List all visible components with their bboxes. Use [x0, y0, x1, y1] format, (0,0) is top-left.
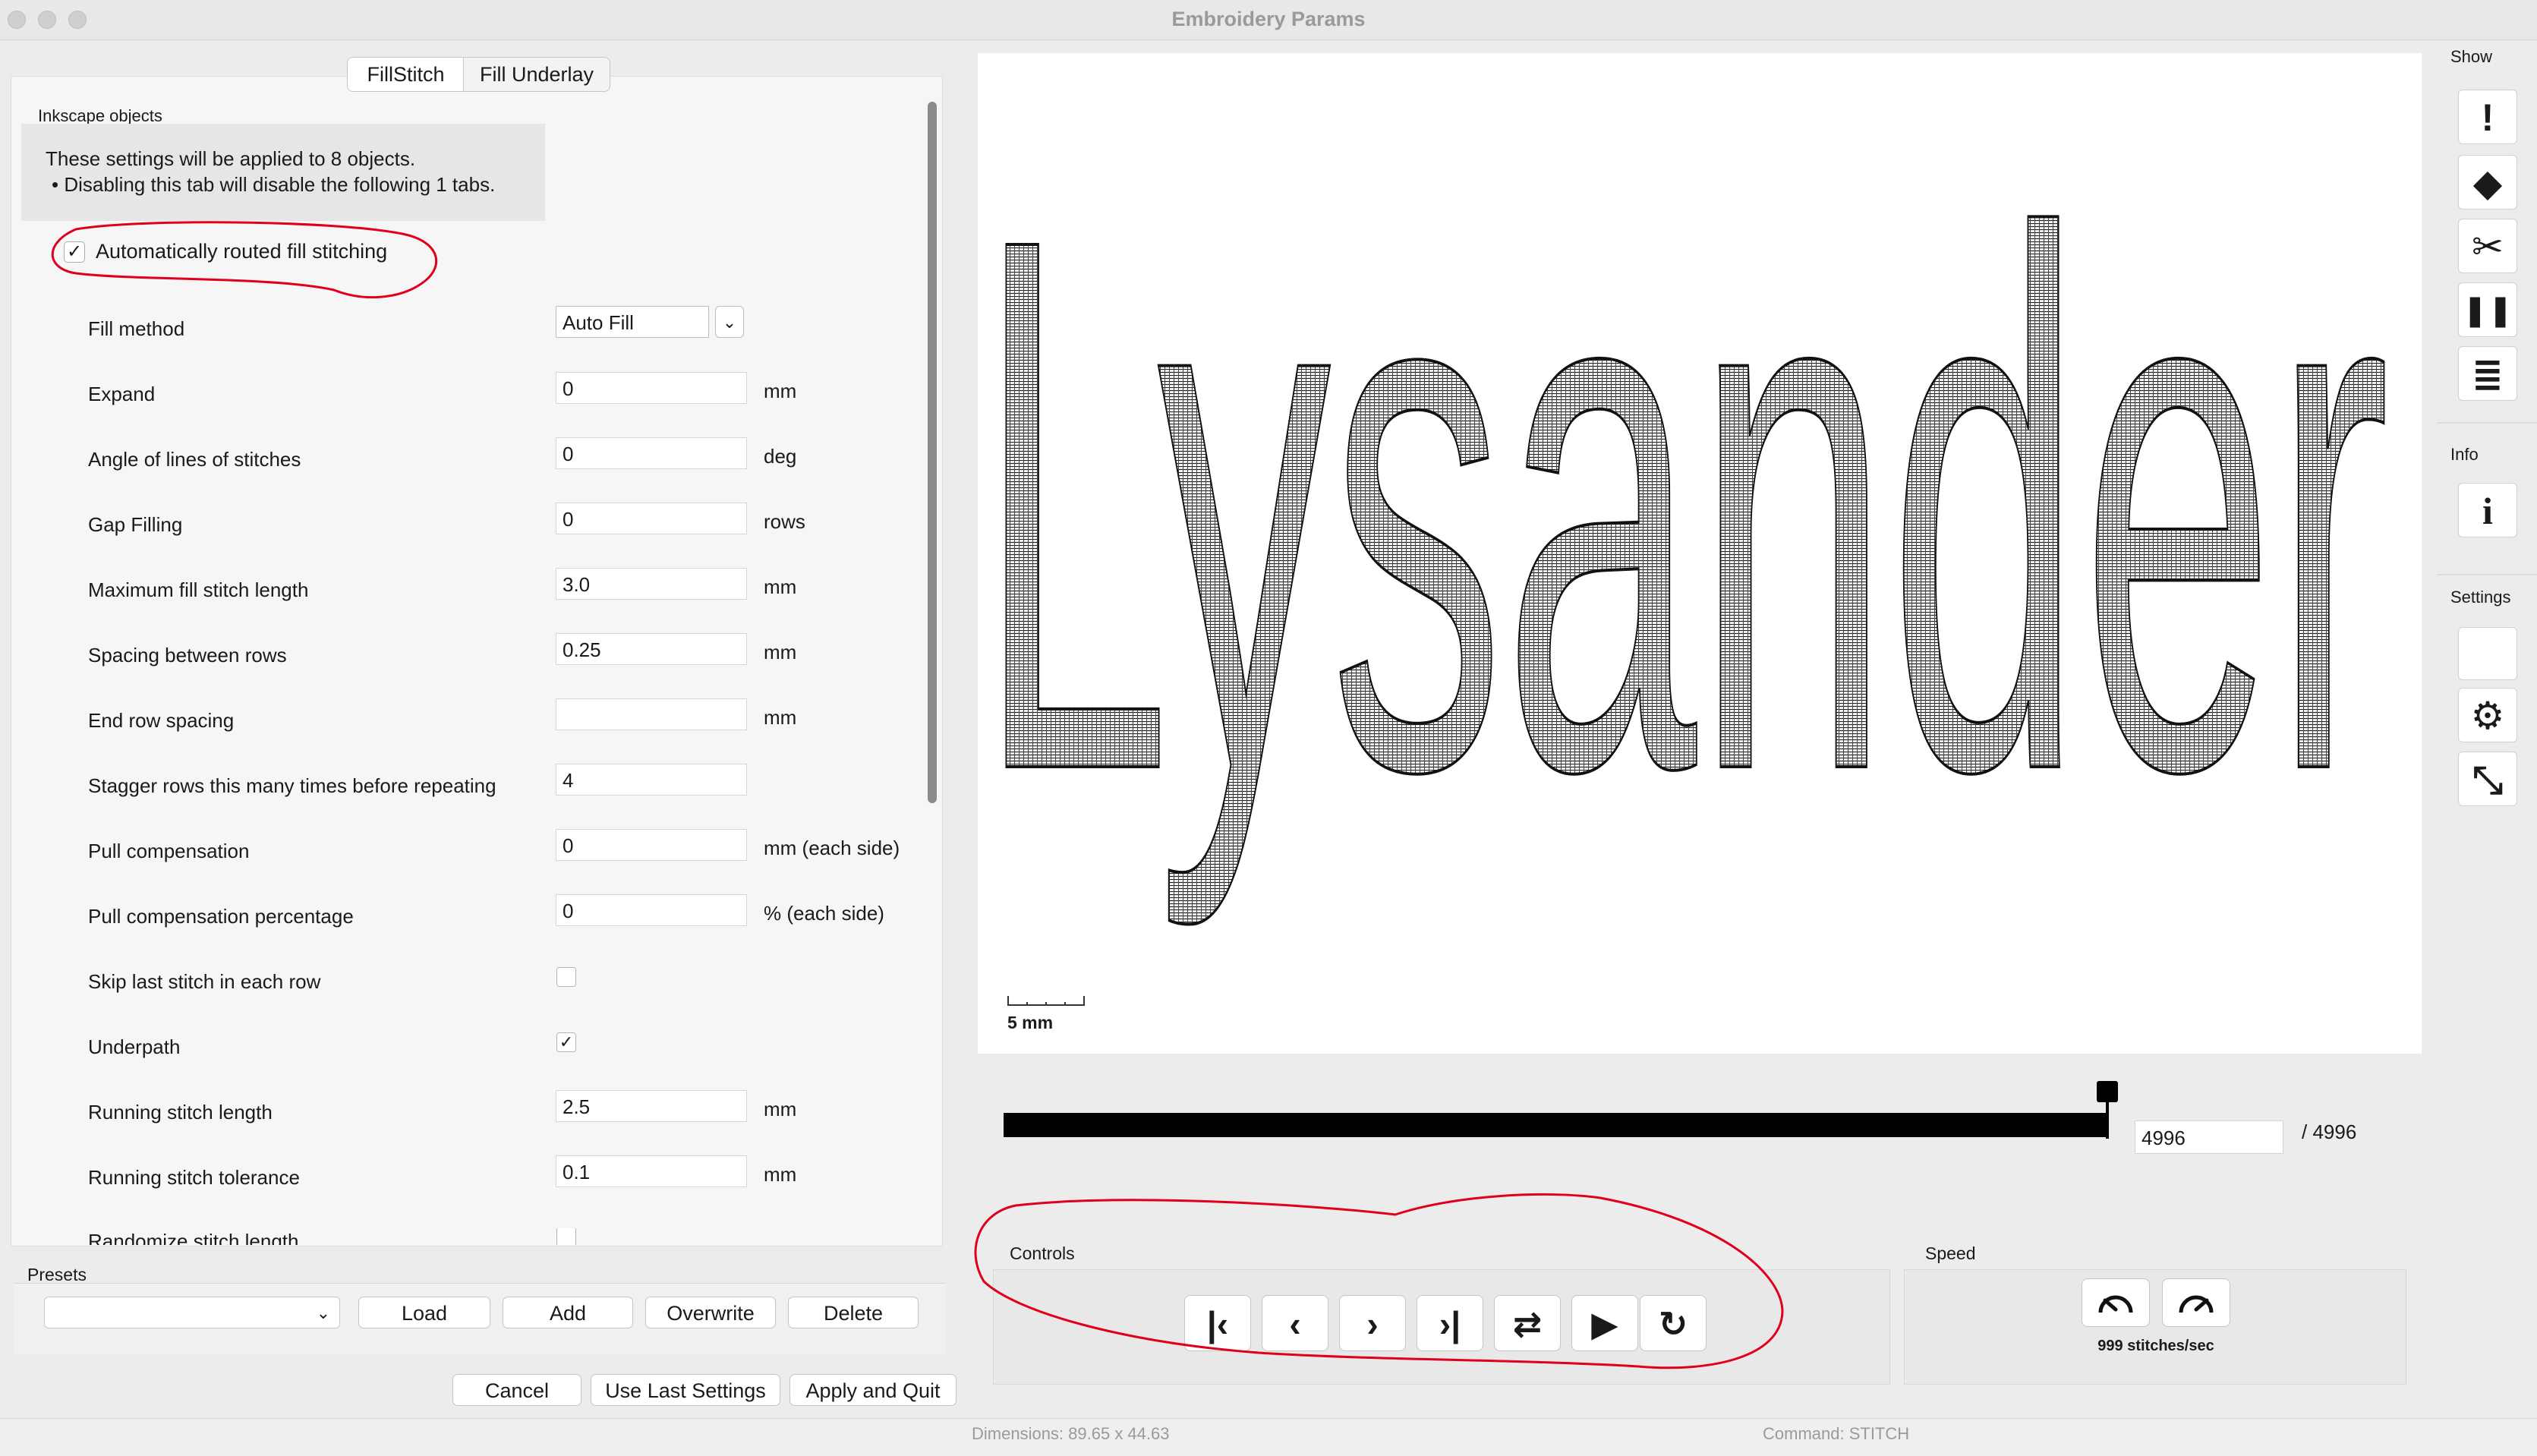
row-spacing-unit: mm: [764, 641, 797, 663]
speed-up-icon[interactable]: [2162, 1278, 2230, 1327]
row-spacing-input[interactable]: 0.25: [556, 633, 747, 665]
max-stitch-length-label: Maximum fill stitch length: [88, 578, 309, 601]
underpath-label: Underpath: [88, 1035, 181, 1058]
tab-fill-underlay[interactable]: Fill Underlay: [463, 57, 610, 92]
randomize-checkbox[interactable]: [556, 1228, 576, 1245]
progress-handle-stem: [2106, 1099, 2109, 1139]
pull-compensation-unit: mm (each side): [764, 837, 900, 859]
stagger-label: Stagger rows this many times before repe…: [88, 774, 496, 797]
status-bar: [0, 1418, 2537, 1456]
gear-icon[interactable]: ⚙: [2458, 688, 2517, 742]
scissors-icon[interactable]: ✂: [2458, 219, 2517, 273]
gauge-up-glyph: [2179, 1295, 2214, 1313]
info-line-disable: • Disabling this tab will disable the fo…: [52, 173, 496, 196]
running-stitch-length-input[interactable]: 2.5: [556, 1090, 747, 1122]
stitch-preview-svg: Lysander: [976, 78, 2391, 934]
gap-filling-input[interactable]: 0: [556, 503, 747, 534]
dimensions-status: Dimensions: 89.65 x 44.63: [972, 1424, 1170, 1443]
angle-input[interactable]: 0: [556, 437, 747, 469]
stitch-list-icon[interactable]: ≣: [2458, 346, 2517, 401]
skip-last-stitch-checkbox[interactable]: [556, 967, 576, 987]
angle-unit: deg: [764, 445, 797, 468]
max-stitch-length-input[interactable]: 3.0: [556, 568, 747, 600]
end-row-spacing-label: End row spacing: [88, 709, 235, 732]
max-stitch-length-unit: mm: [764, 575, 797, 598]
pull-compensation-percentage-unit: % (each side): [764, 902, 884, 925]
apply-and-quit-button[interactable]: Apply and Quit: [789, 1374, 956, 1406]
gap-filling-label: Gap Filling: [88, 513, 183, 536]
running-stitch-tolerance-input[interactable]: 0.1: [556, 1155, 747, 1187]
add-preset-button[interactable]: Add: [503, 1297, 633, 1328]
angle-label: Angle of lines of stitches: [88, 448, 301, 471]
tab-fillstitch[interactable]: FillStitch: [347, 57, 465, 92]
stitch-preview-canvas[interactable]: Lysander: [976, 53, 2422, 1054]
show-label: Show: [2450, 47, 2493, 66]
fill-method-label: Fill method: [88, 317, 185, 340]
running-stitch-tolerance-unit: mm: [764, 1163, 797, 1186]
running-stitch-length-label: Running stitch length: [88, 1101, 273, 1124]
underpath-checkbox[interactable]: ✓: [556, 1032, 576, 1052]
use-last-settings-button[interactable]: Use Last Settings: [591, 1374, 780, 1406]
speed-box: [1904, 1269, 2406, 1385]
speed-down-icon[interactable]: [2082, 1278, 2150, 1327]
expand-input[interactable]: 0: [556, 372, 747, 404]
pull-compensation-percentage-input[interactable]: 0: [556, 894, 747, 926]
speed-label: Speed: [1925, 1243, 1976, 1263]
params-scroll-thumb[interactable]: [928, 102, 937, 803]
gauge-down-glyph: [2098, 1295, 2133, 1313]
settings-label: Settings: [2450, 588, 2511, 607]
pause-icon[interactable]: ❚❚: [2458, 282, 2517, 337]
overwrite-preset-button[interactable]: Overwrite: [645, 1297, 776, 1328]
running-stitch-tolerance-label: Running stitch tolerance: [88, 1166, 300, 1189]
chevron-down-icon[interactable]: ⌄: [715, 306, 744, 338]
progress-slider-handle[interactable]: [2097, 1081, 2118, 1102]
info-label: Info: [2450, 445, 2479, 464]
running-stitch-length-unit: mm: [764, 1098, 797, 1120]
pull-compensation-percentage-label: Pull compensation percentage: [88, 905, 354, 928]
stitch-progress-slider[interactable]: [1004, 1113, 2106, 1137]
end-row-spacing-input[interactable]: [556, 698, 747, 730]
row-spacing-label: Spacing between rows: [88, 644, 287, 667]
sidebar-divider: [2437, 574, 2537, 575]
window-title: Embroidery Params: [1171, 8, 1366, 30]
randomize-row-clip: Randomize stitch length: [11, 1228, 922, 1245]
pull-compensation-input[interactable]: 0: [556, 829, 747, 861]
stagger-input[interactable]: 4: [556, 764, 747, 796]
current-stitch-input[interactable]: 4996: [2135, 1120, 2283, 1154]
speed-value: 999 stitches/sec: [2097, 1338, 2214, 1354]
preset-select[interactable]: ⌄: [44, 1297, 340, 1328]
presets-label: Presets: [27, 1265, 87, 1284]
red-annotation-circle: [51, 221, 438, 299]
red-annotation-circle-controls: [974, 1193, 1784, 1369]
load-preset-button[interactable]: Load: [358, 1297, 490, 1328]
command-status: Command: STITCH: [1763, 1424, 1910, 1443]
skip-last-stitch-label: Skip last stitch in each row: [88, 970, 321, 993]
end-row-spacing-unit: mm: [764, 706, 797, 729]
delete-preset-button[interactable]: Delete: [788, 1297, 919, 1328]
scale-label: 5 mm: [1007, 1013, 1054, 1032]
scale-bar: [1007, 996, 1085, 1006]
info-icon[interactable]: i: [2458, 483, 2517, 537]
blank-settings-button[interactable]: [2458, 627, 2517, 680]
expand-label: Expand: [88, 383, 156, 405]
warning-icon[interactable]: !: [2458, 90, 2517, 144]
expand-unit: mm: [764, 380, 797, 402]
sidebar-divider: [2437, 422, 2537, 424]
fill-method-select[interactable]: Auto Fill: [556, 306, 709, 338]
frog-icon[interactable]: ◆: [2458, 155, 2517, 210]
cancel-button[interactable]: Cancel: [452, 1374, 581, 1406]
info-box: [21, 124, 545, 221]
resize-icon[interactable]: ⤡: [2458, 752, 2517, 806]
gap-filling-unit: rows: [764, 510, 805, 533]
total-stitches: / 4996: [2302, 1120, 2357, 1143]
stitch-text: Lysander: [978, 80, 2390, 933]
info-line-objects: These settings will be applied to 8 obje…: [46, 147, 416, 170]
randomize-label: Randomize stitch length: [88, 1230, 299, 1245]
pull-compensation-label: Pull compensation: [88, 840, 250, 862]
